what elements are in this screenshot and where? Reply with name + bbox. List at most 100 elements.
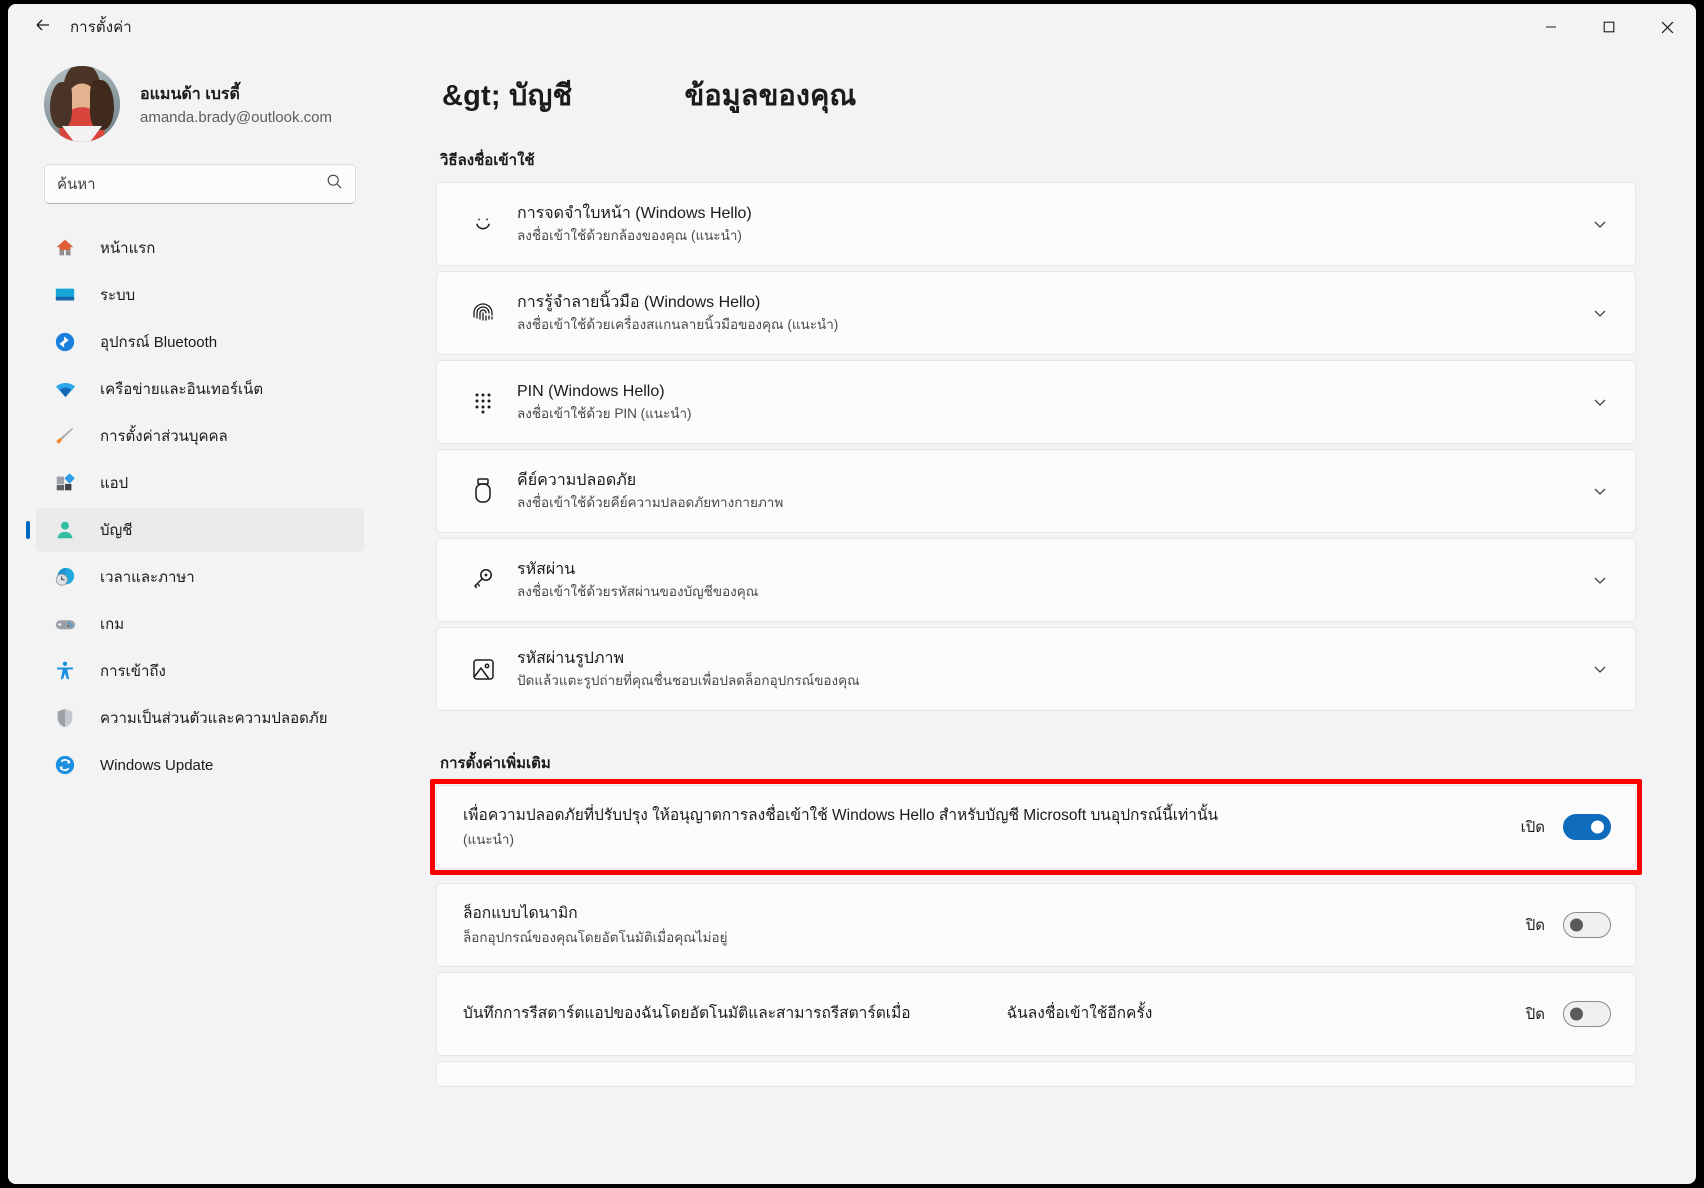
sidebar-item-label: บัญชี bbox=[100, 522, 133, 539]
time-language-icon bbox=[50, 564, 80, 590]
picture-password-icon bbox=[463, 656, 503, 683]
back-arrow-icon bbox=[33, 15, 53, 40]
search-input[interactable] bbox=[57, 175, 326, 193]
sidebar-item-personalization[interactable]: การตั้งค่าส่วนบุคคล bbox=[36, 414, 364, 458]
sidebar-item-label: Windows Update bbox=[100, 756, 214, 774]
sidebar-item-network[interactable]: เครือข่ายและอินเทอร์เน็ต bbox=[36, 367, 364, 411]
chevron-down-icon[interactable] bbox=[1583, 394, 1617, 410]
sidebar-item-label: แอป bbox=[100, 475, 129, 492]
toggle-switch-dynamic-lock[interactable] bbox=[1563, 912, 1611, 938]
sidebar-item-home[interactable]: หน้าแรก bbox=[36, 226, 364, 270]
toggle-state-label: ปิด bbox=[1525, 1006, 1545, 1023]
title-bar: การตั้งค่า bbox=[8, 4, 1696, 50]
fingerprint-icon bbox=[463, 299, 503, 327]
sidebar-item-label: เกม bbox=[100, 616, 125, 633]
back-button[interactable] bbox=[22, 10, 64, 44]
accessibility-icon bbox=[50, 658, 80, 684]
key-icon bbox=[463, 566, 503, 594]
signin-option-face[interactable]: การจดจำใบหน้า (Windows Hello) ลงชื่อเข้า… bbox=[436, 182, 1636, 266]
toggle-state-label: ปิด bbox=[1525, 917, 1545, 934]
chevron-down-icon[interactable] bbox=[1583, 216, 1617, 232]
sidebar-item-label: อุปกรณ์ Bluetooth bbox=[100, 334, 218, 351]
toggle-switch-restart-apps[interactable] bbox=[1563, 1001, 1611, 1027]
sidebar-item-label: ระบบ bbox=[100, 287, 136, 304]
annotation-highlight: เพื่อความปลอดภัยที่ปรับปรุง ให้อนุญาตการ… bbox=[430, 779, 1642, 875]
card-subtitle: ปัดแล้วแตะรูปถ่ายที่คุณชื่นชอบเพื่อปลดล็… bbox=[517, 672, 860, 688]
toggle-state-label: เปิด bbox=[1520, 819, 1545, 836]
card-subtitle: ลงชื่อเข้าใช้ด้วย PIN (แนะนำ) bbox=[517, 405, 692, 421]
paintbrush-icon bbox=[50, 423, 80, 449]
wifi-icon bbox=[50, 376, 80, 402]
sidebar-item-label: ความเป็นส่วนตัวและความปลอดภัย bbox=[100, 710, 328, 727]
gaming-controller-icon bbox=[50, 611, 80, 637]
minimize-button[interactable] bbox=[1522, 4, 1580, 50]
setting-row-windows-hello-only[interactable]: เพื่อความปลอดภัยที่ปรับปรุง ให้อนุญาตการ… bbox=[436, 785, 1636, 869]
settings-window: การตั้งค่า อแมนด้า เบรดี้ amanda.brady@o… bbox=[8, 4, 1696, 1184]
sidebar-nav: หน้าแรก ระบบ อุปกรณ์ Bluetooth เครือข่าย… bbox=[8, 226, 364, 787]
sidebar-item-bluetooth[interactable]: อุปกรณ์ Bluetooth bbox=[36, 320, 364, 364]
sidebar-item-label: หน้าแรก bbox=[100, 240, 156, 257]
update-refresh-icon bbox=[50, 752, 80, 778]
main-content: &gt; บัญชี ข้อมูลของคุณ วิธีลงชื่อเข้าใช… bbox=[380, 50, 1696, 1184]
setting-row-partial[interactable] bbox=[436, 1061, 1636, 1087]
signin-option-picture-password[interactable]: รหัสผ่านรูปภาพ ปัดแล้วแตะรูปถ่ายที่คุณชื… bbox=[436, 627, 1636, 711]
setting-subtitle: (แนะนำ) bbox=[463, 832, 514, 848]
sidebar-item-accessibility[interactable]: การเข้าถึง bbox=[36, 649, 364, 693]
minimize-icon bbox=[1546, 26, 1556, 28]
signin-option-pin[interactable]: PIN (Windows Hello) ลงชื่อเข้าใช้ด้วย PI… bbox=[436, 360, 1636, 444]
pin-keypad-icon bbox=[463, 389, 503, 415]
setting-title: เพื่อความปลอดภัยที่ปรับปรุง ให้อนุญาตการ… bbox=[463, 806, 1219, 824]
avatar bbox=[44, 66, 120, 142]
system-icon bbox=[50, 282, 80, 308]
sidebar-item-accounts[interactable]: บัญชี bbox=[36, 508, 364, 552]
chevron-down-icon[interactable] bbox=[1583, 572, 1617, 588]
sidebar: อแมนด้า เบรดี้ amanda.brady@outlook.com bbox=[8, 50, 380, 1184]
profile-email: amanda.brady@outlook.com bbox=[140, 109, 332, 126]
accounts-person-icon bbox=[50, 517, 80, 543]
app-title: การตั้งค่า bbox=[70, 19, 132, 36]
signin-option-fingerprint[interactable]: การรู้จำลายนิ้วมือ (Windows Hello) ลงชื่… bbox=[436, 271, 1636, 355]
card-subtitle: ลงชื่อเข้าใช้ด้วยกล้องของคุณ (แนะนำ) bbox=[517, 227, 742, 243]
chevron-down-icon[interactable] bbox=[1583, 483, 1617, 499]
sidebar-item-privacy-security[interactable]: ความเป็นส่วนตัวและความปลอดภัย bbox=[36, 696, 364, 740]
card-title: การรู้จำลายนิ้วมือ (Windows Hello) bbox=[517, 294, 761, 312]
close-icon bbox=[1661, 21, 1673, 33]
chevron-down-icon[interactable] bbox=[1583, 661, 1617, 677]
setting-title-extra: ฉันลงชื่อเข้าใช้อีกครั้ง bbox=[1006, 1005, 1153, 1023]
additional-settings-label: การตั้งค่าเพิ่มเติม bbox=[440, 755, 551, 772]
sidebar-item-system[interactable]: ระบบ bbox=[36, 273, 364, 317]
toggle-switch-windows-hello-only[interactable] bbox=[1563, 814, 1611, 840]
card-title: รหัสผ่านรูปภาพ bbox=[517, 650, 625, 668]
face-smile-icon bbox=[463, 211, 503, 237]
search-box[interactable] bbox=[44, 164, 356, 204]
maximize-button[interactable] bbox=[1580, 4, 1638, 50]
shield-icon bbox=[50, 705, 80, 731]
card-title: รหัสผ่าน bbox=[517, 561, 576, 579]
signin-option-password[interactable]: รหัสผ่าน ลงชื่อเข้าใช้ด้วยรหัสผ่านของบัญ… bbox=[436, 538, 1636, 622]
card-title: การจดจำใบหน้า (Windows Hello) bbox=[517, 205, 752, 223]
setting-row-restart-apps[interactable]: บันทึกการรีสตาร์ตแอปของฉันโดยอัตโนมัติแล… bbox=[436, 972, 1636, 1056]
maximize-icon bbox=[1603, 21, 1615, 33]
profile-name: อแมนด้า เบรดี้ bbox=[140, 86, 240, 103]
home-icon bbox=[50, 235, 80, 261]
sidebar-item-apps[interactable]: แอป bbox=[36, 461, 364, 505]
close-button[interactable] bbox=[1638, 4, 1696, 50]
sidebar-item-label: การเข้าถึง bbox=[100, 663, 166, 680]
signin-section-label: วิธีลงชื่อเข้าใช้ bbox=[440, 152, 535, 169]
sidebar-item-time-language[interactable]: เวลาและภาษา bbox=[36, 555, 364, 599]
sidebar-item-gaming[interactable]: เกม bbox=[36, 602, 364, 646]
caption-buttons bbox=[1522, 4, 1696, 50]
breadcrumb[interactable]: &gt; บัญชี bbox=[442, 72, 572, 118]
bluetooth-icon bbox=[50, 329, 80, 355]
card-subtitle: ลงชื่อเข้าใช้ด้วยคีย์ความปลอดภัยทางกายภา… bbox=[517, 494, 784, 510]
page-title: ข้อมูลของคุณ bbox=[684, 80, 857, 112]
signin-option-security-key[interactable]: คีย์ความปลอดภัย ลงชื่อเข้าใช้ด้วยคีย์ควา… bbox=[436, 449, 1636, 533]
setting-subtitle: ล็อกอุปกรณ์ของคุณโดยอัตโนมัติเมื่อคุณไม่… bbox=[463, 930, 728, 946]
sidebar-item-label: เวลาและภาษา bbox=[100, 569, 195, 586]
user-profile[interactable]: อแมนด้า เบรดี้ amanda.brady@outlook.com bbox=[8, 50, 364, 156]
sidebar-item-windows-update[interactable]: Windows Update bbox=[36, 743, 364, 787]
setting-row-dynamic-lock[interactable]: ล็อกแบบไดนามิก ล็อกอุปกรณ์ของคุณโดยอัตโน… bbox=[436, 883, 1636, 967]
chevron-down-icon[interactable] bbox=[1583, 305, 1617, 321]
security-key-icon bbox=[463, 476, 503, 506]
setting-title: ล็อกแบบไดนามิก bbox=[463, 904, 578, 922]
